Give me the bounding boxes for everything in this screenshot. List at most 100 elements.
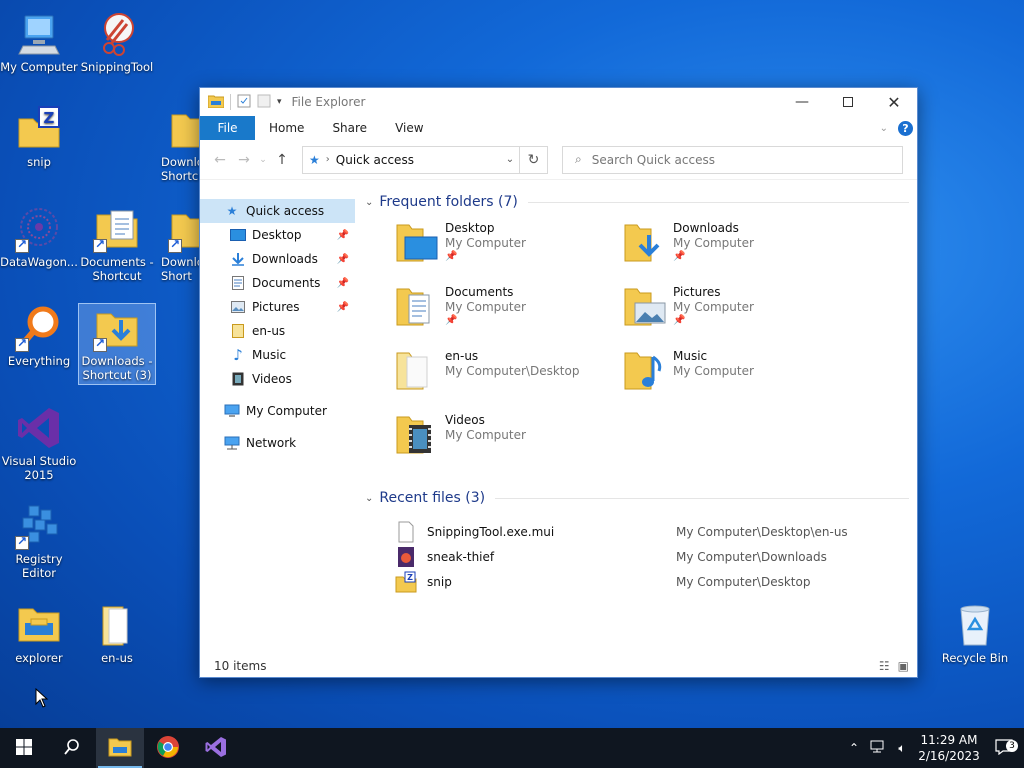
nav-item-en-us[interactable]: en-us: [200, 319, 355, 343]
large-icons-view-icon[interactable]: ▣: [898, 659, 909, 673]
recent-file-row[interactable]: SnippingTool.exe.mui My Computer\Desktop…: [395, 519, 917, 544]
desktop-icon-downloads-shortcut-3[interactable]: Downloads - Shortcut (3): [78, 303, 156, 385]
pictures-icon: [230, 299, 246, 315]
maximize-button[interactable]: [825, 88, 871, 116]
expand-ribbon-chevron-icon[interactable]: ⌄: [880, 123, 888, 134]
desktop-icon-label: Documents -: [80, 255, 154, 269]
start-button[interactable]: [0, 728, 48, 768]
refresh-button[interactable]: ↻: [520, 145, 548, 174]
close-button[interactable]: ✕: [871, 88, 917, 116]
folder-music[interactable]: Music My Computer: [623, 349, 851, 401]
details-view-icon[interactable]: ☷: [879, 659, 890, 673]
tab-home[interactable]: Home: [255, 116, 318, 140]
nav-item-videos[interactable]: Videos: [200, 367, 355, 391]
nav-item-my-computer[interactable]: My Computer: [200, 399, 355, 423]
recent-file-row[interactable]: Z snip My Computer\Desktop: [395, 569, 917, 594]
desktop-icon-label: Visual Studio: [1, 454, 77, 468]
desktop-icon-downloads-shortcut[interactable]: Downlo Shortcu: [158, 105, 200, 183]
network-icon[interactable]: [866, 740, 890, 757]
up-button[interactable]: ↑: [270, 152, 294, 168]
pin-icon: 📌: [336, 229, 349, 241]
frequent-folders-header[interactable]: ⌄ Frequent folders (7): [365, 189, 917, 215]
title-bar[interactable]: ▾ File Explorer — ✕: [200, 88, 917, 116]
customize-qat-chevron-icon[interactable]: ▾: [277, 97, 282, 107]
tab-file[interactable]: File: [200, 116, 255, 140]
recent-file-path: My Computer\Downloads: [676, 549, 827, 564]
explorer-body: ★ Quick access Desktop 📌 Downloads 📌 Doc…: [200, 181, 917, 655]
tab-view[interactable]: View: [381, 116, 437, 140]
documents-folder-icon: [93, 205, 141, 253]
nav-item-quick-access[interactable]: ★ Quick access: [200, 199, 355, 223]
taskbar-chrome[interactable]: [144, 728, 192, 768]
tab-share[interactable]: Share: [318, 116, 381, 140]
nav-item-network[interactable]: Network: [200, 431, 355, 455]
desktop-icon-explorer[interactable]: explorer: [0, 601, 78, 665]
nav-item-label: Documents: [252, 276, 321, 290]
chevron-down-icon: ⌄: [259, 154, 267, 165]
folder-en-us[interactable]: en-us My Computer\Desktop: [395, 349, 623, 401]
nav-item-music[interactable]: ♪ Music: [200, 343, 355, 367]
system-tray: ⌃ 🔈︎ 11:29 AM 2/16/2023 3: [842, 728, 1024, 768]
back-button[interactable]: ←: [208, 152, 232, 168]
status-bar: 10 items ☷ ▣: [200, 655, 917, 677]
recent-locations-button[interactable]: ⌄: [256, 155, 270, 165]
recent-files-header[interactable]: ⌄ Recent files (3): [365, 485, 917, 511]
properties-icon[interactable]: [237, 94, 251, 111]
show-hidden-icons-chevron-icon[interactable]: ⌃: [842, 741, 866, 755]
desktop-icon-label: Everything: [7, 354, 71, 368]
help-icon[interactable]: ?: [898, 120, 913, 136]
taskbar-visual-studio[interactable]: [192, 728, 240, 768]
ribbon-right-controls: ⌄ ?: [880, 116, 917, 140]
desktop-icon-visual-studio[interactable]: Visual Studio 2015: [0, 404, 78, 482]
search-input[interactable]: ⌕ Search Quick access: [562, 145, 903, 174]
desktop-icon-label: snip: [27, 155, 51, 169]
notification-center-button[interactable]: 3: [984, 738, 1024, 758]
desktop-icon-en-us[interactable]: en-us: [78, 601, 156, 665]
desktop-icon-my-computer[interactable]: My Computer: [0, 10, 78, 74]
clock[interactable]: 11:29 AM 2/16/2023: [914, 732, 984, 764]
desktop-icon-datawagon[interactable]: DataWagon...: [0, 205, 78, 269]
nav-item-desktop[interactable]: Desktop 📌: [200, 223, 355, 247]
address-dropdown-icon[interactable]: ⌄: [501, 154, 519, 165]
pin-icon: 📌: [673, 251, 686, 262]
nav-item-label: en-us: [252, 324, 286, 338]
collapse-chevron-icon: ⌄: [365, 196, 374, 208]
nav-item-documents[interactable]: Documents 📌: [200, 271, 355, 295]
folder-desktop[interactable]: Desktop My Computer 📌: [395, 221, 623, 273]
desktop-icon-label: Downloads -: [81, 354, 153, 368]
desktop-icon-snip[interactable]: Z snip: [0, 105, 78, 169]
recycle-bin-icon: [951, 601, 999, 649]
maximize-icon: [843, 97, 853, 107]
minimize-button[interactable]: —: [779, 88, 825, 116]
desktop-icon-label: Registry: [15, 552, 63, 566]
download-arrow-icon: [230, 251, 246, 267]
forward-button[interactable]: →: [232, 152, 256, 168]
desktop-icon-everything[interactable]: Everything: [0, 304, 78, 368]
desktop-icon-label: Editor: [21, 566, 57, 580]
file-explorer-window[interactable]: ▾ File Explorer — ✕ File Home Share View…: [199, 87, 918, 678]
folder-videos[interactable]: Videos My Computer: [395, 413, 623, 465]
search-button[interactable]: [48, 728, 96, 768]
desktop-icon-snipping-tool[interactable]: SnippingTool: [78, 10, 156, 74]
new-folder-icon[interactable]: [257, 94, 271, 111]
desktop-icon-documents-shortcut[interactable]: Documents - Shortcut: [78, 205, 156, 283]
folder-location: My Computer: [673, 364, 754, 378]
computer-icon: [15, 10, 63, 58]
nav-item-pictures[interactable]: Pictures 📌: [200, 295, 355, 319]
taskbar-file-explorer[interactable]: [96, 728, 144, 768]
volume-icon[interactable]: 🔈︎: [890, 741, 914, 756]
nav-item-downloads[interactable]: Downloads 📌: [200, 247, 355, 271]
folder-downloads[interactable]: Downloads My Computer 📌: [623, 221, 851, 273]
address-bar[interactable]: ★ › Quick access ⌄: [302, 145, 520, 174]
recent-file-row[interactable]: sneak-thief My Computer\Downloads: [395, 544, 917, 569]
desktop-icon-recycle-bin[interactable]: Recycle Bin: [936, 601, 1014, 665]
folder-name: en-us: [445, 349, 479, 363]
svg-text:Z: Z: [407, 573, 413, 582]
desktop-icon-downloads-shortcut-2[interactable]: Downlo Short: [158, 205, 200, 283]
desktop-icon-registry-editor[interactable]: Registry Editor: [0, 502, 78, 580]
folder-pictures[interactable]: Pictures My Computer 📌: [623, 285, 851, 337]
folder-documents[interactable]: Documents My Computer 📌: [395, 285, 623, 337]
desktop-icon-label: Shortcu: [161, 169, 200, 183]
folder-location: My Computer: [445, 300, 526, 314]
notification-count-badge: 3: [1006, 739, 1018, 752]
